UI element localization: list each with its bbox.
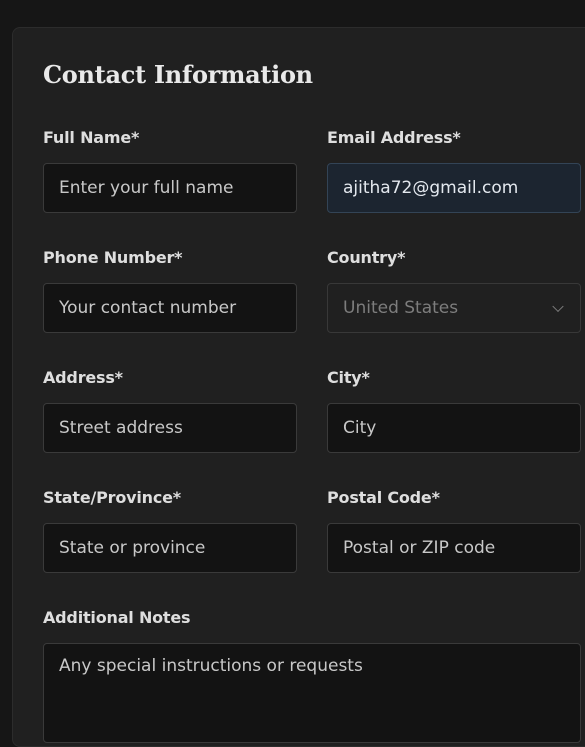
country-select[interactable]: United States [327,283,581,333]
state-field[interactable]: State or province [43,523,297,573]
state-label: State/Province* [43,488,181,507]
full-name-label: Full Name* [43,128,140,147]
email-field[interactable]: ajitha72@gmail.com [327,163,581,213]
notes-label: Additional Notes [43,608,191,627]
city-label: City* [327,368,370,387]
section-title: Contact Information [43,60,313,89]
city-field[interactable]: City [327,403,581,453]
country-label: Country* [327,248,406,267]
postal-field[interactable]: Postal or ZIP code [327,523,581,573]
phone-field[interactable]: Your contact number [43,283,297,333]
chevron-down-icon [552,300,564,313]
notes-textarea[interactable]: Any special instructions or requests [43,643,581,743]
address-label: Address* [43,368,123,387]
country-select-value: United States [343,298,459,318]
address-field[interactable]: Street address [43,403,297,453]
postal-label: Postal Code* [327,488,440,507]
full-name-field[interactable]: Enter your full name [43,163,297,213]
phone-label: Phone Number* [43,248,183,267]
email-label: Email Address* [327,128,461,147]
